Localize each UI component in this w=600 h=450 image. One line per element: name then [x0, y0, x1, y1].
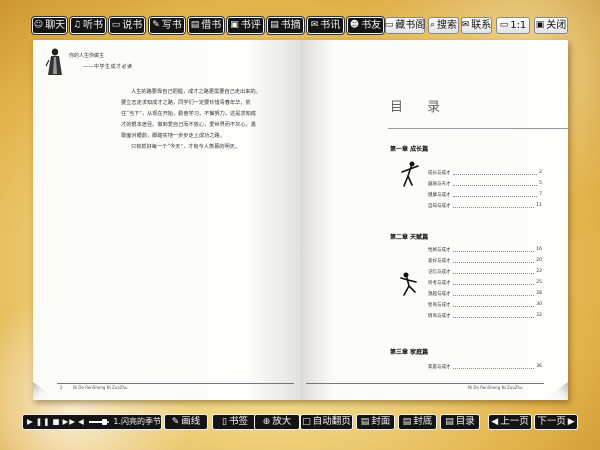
toc-entry[interactable]: 情商与成才 32: [428, 313, 542, 319]
borrow-button[interactable]: ▤ 借书: [188, 17, 224, 34]
excerpt-icon: ▤: [270, 20, 279, 30]
footer-text: Ni De RenSheng Ni ZuoZhu: [468, 385, 523, 390]
stop-icon[interactable]: ■: [52, 415, 60, 429]
music-player: ▶ ❚❚ ■ ▶▶ ◀ 1.闪亮的季节: [22, 414, 162, 430]
toc-entry[interactable]: 记忆与成才 22: [428, 269, 542, 275]
list-icon: ▤: [445, 417, 454, 427]
auto-flip-button[interactable]: □ 自动翻页: [300, 414, 353, 430]
headphones-icon: ♫: [72, 20, 82, 30]
page-curl-right[interactable]: [544, 382, 568, 400]
contact-button[interactable]: ✉ 联系: [461, 17, 492, 34]
running-head-title: 你的人生你做主: [69, 53, 105, 59]
search-button[interactable]: ⌕ 搜索: [428, 17, 459, 34]
back-cover-button[interactable]: ▤ 封底: [398, 414, 437, 430]
track-name: 1.闪亮的季节: [113, 417, 161, 426]
footer-rule: [306, 383, 544, 384]
toc-entry[interactable]: 性格与成才 16: [428, 247, 542, 253]
chapter-title: 第二章 天赋篇: [390, 234, 429, 241]
friends-icon: ☻: [349, 20, 360, 30]
write-button[interactable]: ✎ 写书: [149, 17, 185, 34]
listen-button[interactable]: ♫ 听书: [70, 17, 106, 34]
toc-entry[interactable]: 智商与成才 30: [428, 302, 542, 308]
dancer-icon: [400, 272, 417, 296]
prev-page-button[interactable]: ◀ 上一页: [488, 414, 532, 430]
close-icon: ▣: [535, 20, 545, 30]
volume-icon[interactable]: ◀: [78, 415, 85, 429]
toc-entry[interactable]: 器质与天才 5: [428, 181, 542, 187]
footer-text: Ni De RenSheng Ni ZuoZhu: [73, 385, 128, 390]
excerpt-button[interactable]: ▤ 书摘: [267, 17, 304, 34]
pause-icon[interactable]: ❚❚: [36, 415, 51, 429]
zoom-in-button[interactable]: ⊕ 放大: [254, 414, 300, 430]
window-icon: ▭: [499, 20, 509, 30]
cover-button[interactable]: ▤ 封面: [356, 414, 395, 430]
collection-icon: ▭: [384, 20, 394, 30]
toc-entry[interactable]: 激越与成才 28: [428, 291, 542, 297]
cover-icon: ▤: [360, 417, 370, 427]
search-icon: ⌕: [429, 20, 436, 30]
envelope-icon: ✉: [461, 20, 470, 30]
volume-slider[interactable]: [88, 419, 110, 425]
toc-rule: [388, 128, 568, 129]
friends-button[interactable]: ☻ 书友: [347, 17, 384, 34]
draw-line-button[interactable]: ✎ 画线: [164, 414, 208, 430]
bookmark-button[interactable]: ▯ 书签: [212, 414, 258, 430]
body-text: 人生的路要靠自己把握，成才之路更需要自己走出来的。要立志走求知成才之路，同学们一…: [121, 87, 261, 153]
bookmark-icon: ▯: [222, 417, 227, 427]
paragraph: 人生的路要靠自己把握，成才之路更需要自己走出来的。要立志走求知成才之路，同学们一…: [121, 89, 261, 139]
review-button[interactable]: ▣ 书评: [227, 17, 264, 34]
chapter-title: 第三章 家庭篇: [390, 349, 429, 356]
auto-flip-icon: □: [302, 417, 311, 427]
chat-button[interactable]: ☺ 聊天: [32, 17, 67, 34]
news-icon: ✉: [310, 20, 319, 30]
close-button[interactable]: ▣ 关闭: [534, 17, 568, 34]
pen-icon: ✎: [152, 20, 160, 30]
next-page-button[interactable]: 下一页 ▶: [534, 414, 578, 430]
page-number: 2: [60, 385, 63, 390]
arrow-right-icon: ▶: [567, 417, 575, 427]
toc-entry[interactable]: 家庭与成才 36: [428, 364, 542, 370]
toc-title: 目 录: [390, 100, 451, 115]
book: 你的人生你做主 ——中学生成才必读 人生的路要靠自己把握，成才之路更需要自己走出…: [33, 40, 568, 400]
pen-icon: ✎: [171, 417, 180, 427]
paragraph: 只有抓好每一个“今天”，才有今人羡慕的明天。: [131, 144, 241, 150]
toc-entry[interactable]: 自知与成才 11: [428, 203, 542, 209]
magnifier-icon: ⊕: [262, 417, 271, 427]
right-page[interactable]: 目 录 第一章 成长篇 成长与成才 2 器质与天才 5 健康与成才 7 自知与成才 11…: [300, 40, 568, 400]
chat-icon: ☺: [33, 20, 44, 30]
toc-entry[interactable]: 健康与成才 7: [428, 192, 542, 198]
toc-button[interactable]: ▤ 目录: [440, 414, 480, 430]
chapter-title: 第一章 成长篇: [390, 146, 429, 153]
book-icon: ▤: [190, 20, 200, 30]
toc-entry[interactable]: 成长与成才 2: [428, 170, 542, 176]
back-cover-icon: ▤: [402, 417, 412, 427]
tell-button[interactable]: ▭ 说书: [109, 17, 145, 34]
collection-button[interactable]: ▭ 藏书阁: [385, 17, 425, 34]
footer-rule: [57, 383, 294, 384]
dancer-icon: [401, 161, 419, 187]
toc-entry[interactable]: 听考与成才 25: [428, 280, 542, 286]
ratio-button[interactable]: ▭ 1:1: [496, 17, 530, 34]
left-page-footer: 2 Ni De RenSheng Ni ZuoZhu: [33, 383, 300, 393]
left-page[interactable]: 你的人生你做主 ——中学生成才必读 人生的路要靠自己把握，成才之路更需要自己走出…: [33, 40, 300, 400]
play-icon[interactable]: ▶: [27, 415, 34, 429]
arrow-left-icon: ◀: [491, 417, 499, 427]
review-icon: ▣: [230, 20, 239, 30]
news-button[interactable]: ✉ 书讯: [307, 17, 344, 34]
speaker-icon: ▭: [111, 20, 121, 30]
running-head-subtitle: ——中学生成才必读: [83, 64, 133, 70]
next-track-icon[interactable]: ▶▶: [62, 415, 76, 429]
toc-entry[interactable]: 爱好与成才 20: [428, 258, 542, 264]
robed-figure-icon: [45, 48, 62, 75]
